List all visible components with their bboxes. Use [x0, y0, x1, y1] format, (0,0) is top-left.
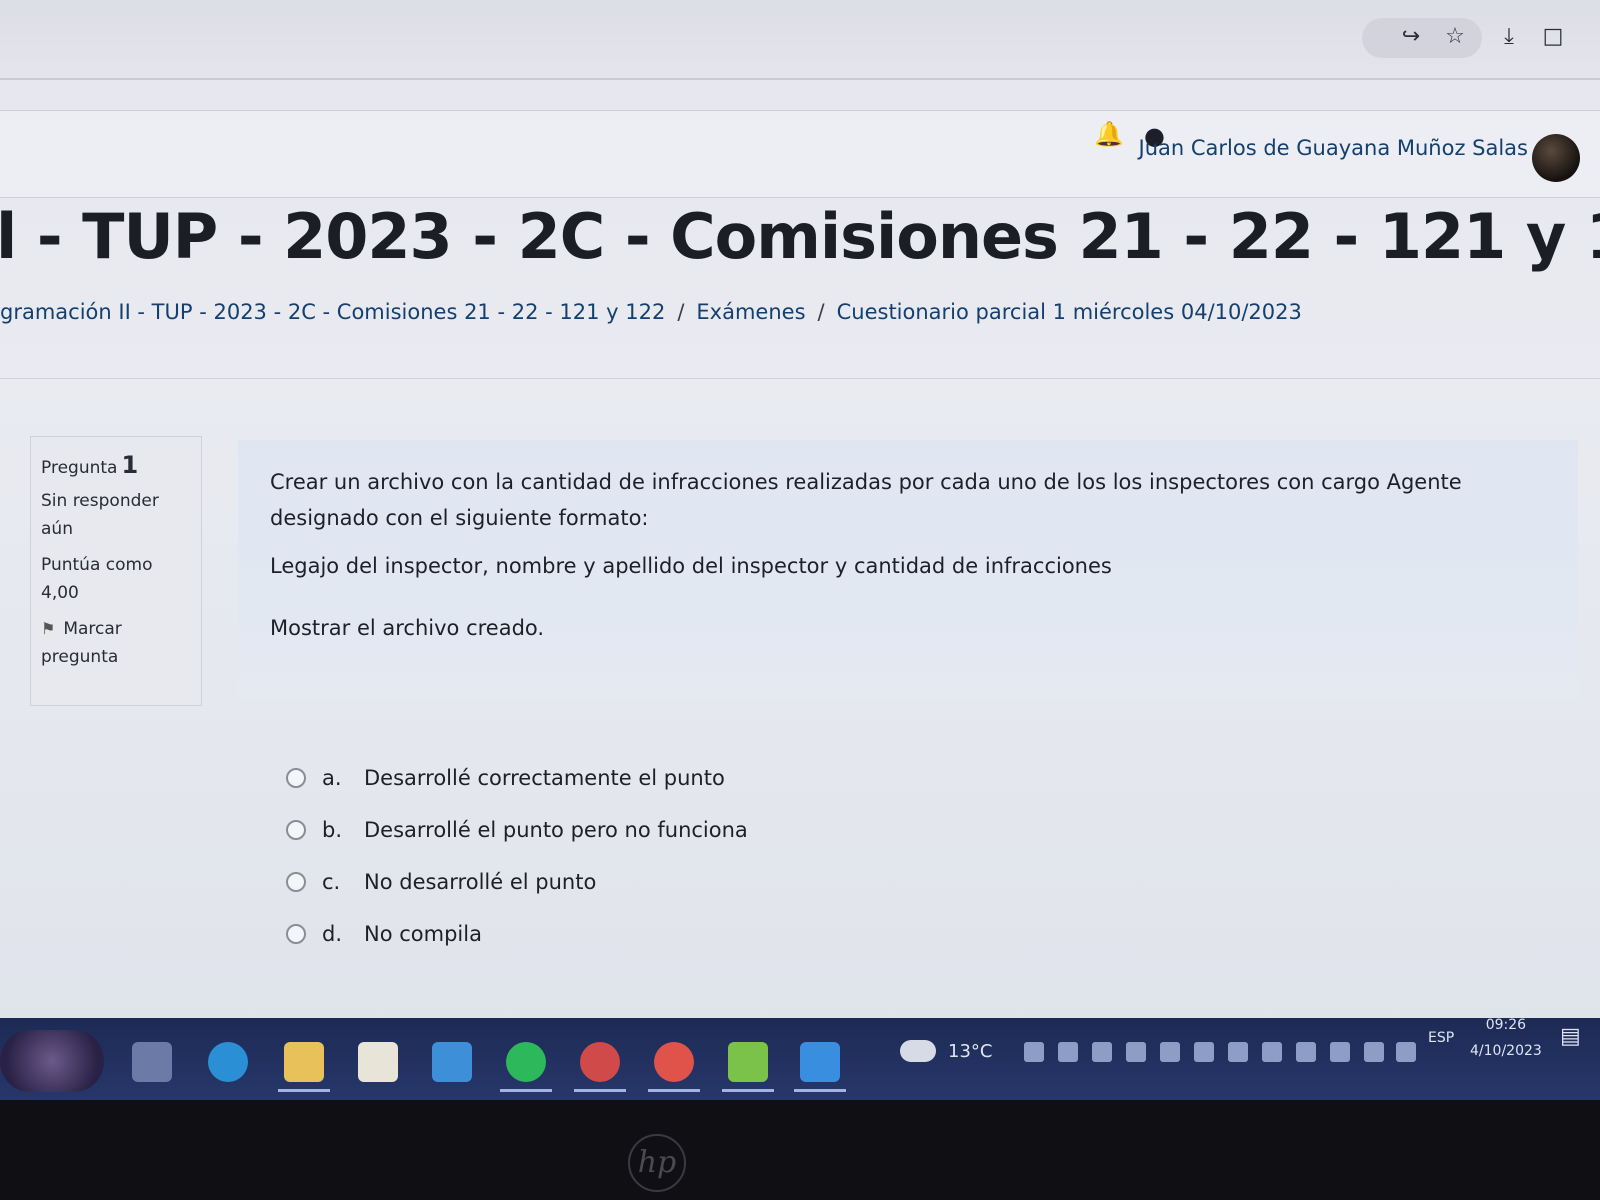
answer-letter: c.: [322, 870, 341, 894]
file-explorer-icon[interactable]: [278, 1042, 330, 1092]
tray-usb-icon[interactable]: [1160, 1042, 1180, 1062]
bluetooth-icon[interactable]: [1126, 1042, 1146, 1062]
edge-icon[interactable]: [208, 1042, 248, 1082]
score-label: Puntúa como: [41, 555, 153, 575]
answer-text: No desarrollé el punto: [364, 870, 597, 894]
question-label: Pregunta: [41, 458, 118, 478]
tray-security-icon[interactable]: [1296, 1042, 1316, 1062]
radio-button[interactable]: [286, 872, 306, 892]
question-paragraph: Mostrar el archivo creado.: [270, 616, 545, 640]
breadcrumb: gramación II - TUP - 2023 - 2C - Comisio…: [0, 300, 1302, 324]
clock-time: 09:26: [1485, 1017, 1527, 1033]
tray-camera-icon[interactable]: [1228, 1042, 1248, 1062]
question-paragraph: Crear un archivo con la cantidad de infr…: [270, 470, 1462, 530]
share-icon[interactable]: ↪: [1398, 24, 1424, 50]
task-view-icon[interactable]: [132, 1042, 172, 1082]
question-paragraph: Legajo del inspector, nombre y apellido …: [270, 554, 1112, 578]
sidebar-icon[interactable]: □: [1540, 24, 1566, 50]
breadcrumb-exams[interactable]: Exámenes: [696, 300, 805, 324]
radio-button[interactable]: [286, 924, 306, 944]
answer-text: Desarrollé correctamente el punto: [364, 766, 725, 790]
spotify-icon[interactable]: [500, 1042, 552, 1092]
answer-letter: d.: [322, 922, 343, 946]
question-status: Sin responder aún: [41, 491, 159, 539]
divider: [0, 378, 1600, 379]
weather-widget[interactable]: 13°C: [900, 1040, 992, 1062]
flag-icon: ⚑: [41, 619, 56, 638]
tray-network-icon[interactable]: [1330, 1042, 1350, 1062]
answer-option-a[interactable]: a. Desarrollé correctamente el punto: [286, 752, 748, 804]
clock-date: 4/10/2023: [1470, 1043, 1542, 1059]
answer-option-c[interactable]: c. No desarrollé el punto: [286, 856, 748, 908]
bell-icon[interactable]: 🔔: [1094, 120, 1124, 148]
download-icon[interactable]: ⤓: [1496, 24, 1522, 50]
tray-app-icon[interactable]: [1092, 1042, 1112, 1062]
hp-logo-icon: hp: [628, 1134, 686, 1192]
question-number: 1: [121, 451, 139, 479]
answer-letter: a.: [322, 766, 342, 790]
chrome-icon[interactable]: [648, 1042, 700, 1092]
star-icon[interactable]: ☆: [1442, 24, 1468, 50]
radio-button[interactable]: [286, 820, 306, 840]
language-indicator[interactable]: ESP: [1428, 1030, 1454, 1046]
store-icon[interactable]: [358, 1042, 398, 1082]
tray-display-icon[interactable]: [1262, 1042, 1282, 1062]
mail-icon[interactable]: [432, 1042, 472, 1082]
breadcrumb-course[interactable]: gramación II - TUP - 2023 - 2C - Comisio…: [0, 300, 665, 324]
battery-icon[interactable]: [1194, 1042, 1214, 1062]
answer-option-b[interactable]: b. Desarrollé el punto pero no funciona: [286, 804, 748, 856]
breadcrumb-quiz[interactable]: Cuestionario parcial 1 miércoles 04/10/2…: [837, 300, 1302, 324]
tray-spotify-icon[interactable]: [1024, 1042, 1044, 1062]
breadcrumb-separator: /: [677, 300, 685, 324]
answer-text: No compila: [364, 922, 482, 946]
volume-icon[interactable]: [1396, 1042, 1416, 1062]
user-menu-name[interactable]: Juan Carlos de Guayana Muñoz Salas: [1139, 136, 1528, 160]
chrome-profile-icon[interactable]: [574, 1042, 626, 1092]
screen: ↪ ☆ ⤓ □ 🔔 ● Juan Carlos de Guayana Muñoz…: [0, 0, 1600, 1100]
question-text: Crear un archivo con la cantidad de infr…: [238, 440, 1578, 700]
wifi-icon[interactable]: [1364, 1042, 1384, 1062]
score-value: 4,00: [41, 583, 79, 603]
avatar[interactable]: [1532, 134, 1580, 182]
breadcrumb-separator: /: [817, 300, 825, 324]
browser-toolbar: ↪ ☆ ⤓ □: [0, 0, 1600, 80]
notification-icon[interactable]: ▤: [1560, 1024, 1581, 1049]
answer-option-d[interactable]: d. No compila: [286, 908, 748, 960]
radio-button[interactable]: [286, 768, 306, 788]
answer-options: a. Desarrollé correctamente el punto b. …: [286, 752, 748, 960]
flag-question-link[interactable]: ⚑ Marcar pregunta: [41, 615, 191, 671]
tray-mic-icon[interactable]: [1058, 1042, 1078, 1062]
answer-letter: b.: [322, 818, 343, 842]
question-info: Pregunta 1 Sin responder aún Puntúa como …: [30, 436, 202, 706]
page-title: l - TUP - 2023 - 2C - Comisiones 21 - 22…: [0, 200, 1600, 273]
vscode-icon[interactable]: [794, 1042, 846, 1092]
start-button[interactable]: [0, 1030, 104, 1092]
clock[interactable]: 09:26 4/10/2023: [1470, 1012, 1542, 1064]
microsoft-app-icon[interactable]: [722, 1042, 774, 1092]
temperature: 13°C: [948, 1040, 993, 1062]
cloud-icon: [900, 1040, 936, 1062]
answer-text: Desarrollé el punto pero no funciona: [364, 818, 748, 842]
